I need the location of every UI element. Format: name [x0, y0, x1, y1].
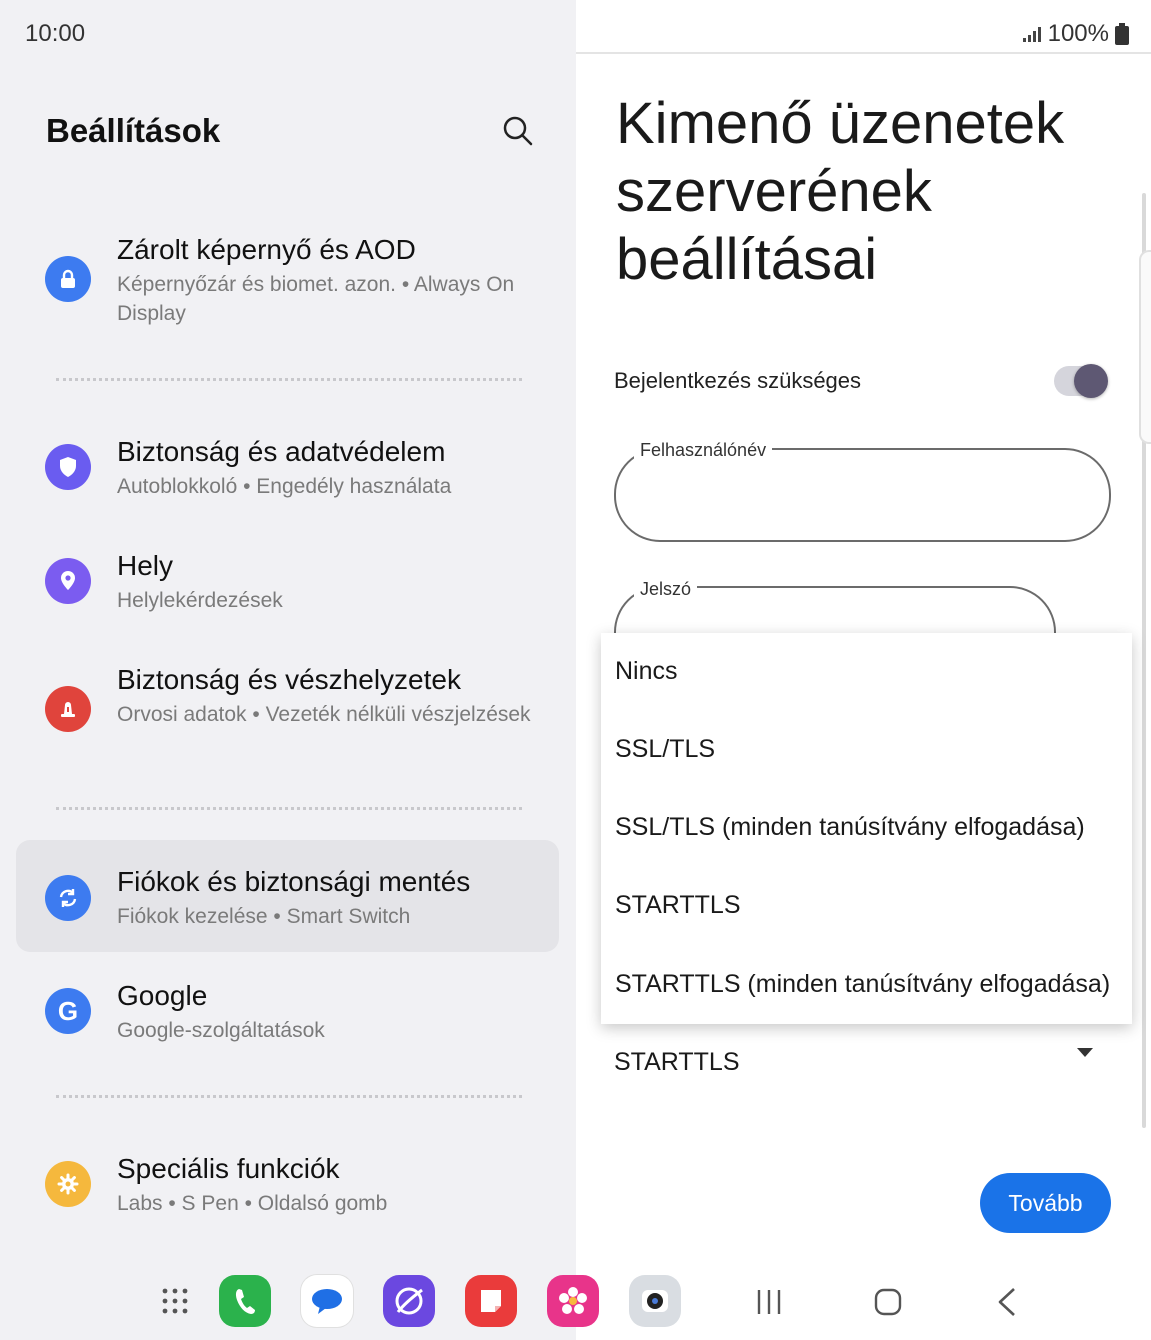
internet-icon[interactable] — [383, 1275, 435, 1327]
item-subtitle: Labs • S Pen • Oldalsó gomb — [117, 1192, 388, 1215]
phone-icon[interactable] — [219, 1275, 271, 1327]
next-button[interactable]: Tovább — [980, 1173, 1111, 1233]
location-pin-icon — [45, 558, 91, 604]
item-subtitle: Képernyőzár és biomet. azon. • Always On… — [117, 273, 515, 325]
lock-icon — [45, 256, 91, 302]
item-subtitle: Fiókok kezelése • Smart Switch — [117, 905, 411, 928]
notes-icon[interactable] — [465, 1275, 517, 1327]
item-subtitle: Google-szolgáltatások — [117, 1019, 325, 1042]
item-title: Biztonság és vészhelyzetek — [117, 664, 461, 695]
signal-icon — [1022, 27, 1041, 42]
item-subtitle: Autoblokkoló • Engedély használata — [117, 475, 452, 498]
settings-item-security-privacy[interactable]: Biztonság és adatvédelem Autoblokkoló • … — [16, 432, 559, 512]
recents-icon[interactable] — [751, 1284, 787, 1320]
back-icon[interactable] — [990, 1284, 1026, 1320]
settings-item-accounts-backup[interactable]: Fiókok és biztonsági mentés Fiókok kezel… — [16, 840, 559, 952]
settings-item-advanced-features[interactable]: Speciális funkciók Labs • S Pen • Oldals… — [16, 1149, 559, 1229]
toggle-knob — [1074, 364, 1108, 398]
settings-item-lock-screen[interactable]: Zárolt képernyő és AOD Képernyőzár és bi… — [16, 230, 559, 340]
username-field[interactable] — [614, 448, 1111, 542]
login-required-label: Bejelentkezés szükséges — [614, 368, 862, 393]
apps-grid-icon[interactable] — [149, 1275, 201, 1327]
divider — [56, 1095, 522, 1098]
security-dropdown-menu: Nincs SSL/TLS SSL/TLS (minden tanúsítván… — [601, 633, 1132, 1024]
status-divider — [576, 52, 1151, 54]
dropdown-option-starttls[interactable]: STARTTLS — [615, 891, 741, 920]
sync-icon — [45, 875, 91, 921]
settings-title: Beállítások — [46, 112, 221, 149]
scroll-handle[interactable] — [1139, 250, 1151, 444]
item-title: Zárolt képernyő és AOD — [117, 234, 416, 265]
camera-icon[interactable] — [629, 1275, 681, 1327]
divider — [56, 807, 522, 810]
username-label: Felhasználónév — [634, 440, 773, 461]
divider — [56, 378, 522, 381]
item-title: Speciális funkciók — [117, 1153, 340, 1184]
item-title: Google — [117, 980, 208, 1011]
password-label: Jelszó — [634, 579, 698, 600]
settings-panel: 10:00 Beállítások Zárolt képernyő és AOD… — [0, 0, 576, 1340]
alert-icon — [45, 686, 91, 732]
item-title: Biztonság és adatvédelem — [117, 436, 446, 467]
page-title: Kimenő üzenetek szerverének beállításai — [616, 91, 1065, 292]
home-icon[interactable] — [870, 1284, 906, 1320]
settings-item-safety-emergency[interactable]: Biztonság és vészhelyzetek Orvosi adatok… — [16, 660, 559, 770]
settings-item-google[interactable]: G Google Google-szolgáltatások — [16, 976, 559, 1056]
login-required-toggle[interactable] — [1054, 364, 1108, 398]
battery-icon — [1115, 23, 1129, 45]
item-title: Hely — [117, 550, 174, 581]
search-icon[interactable] — [500, 113, 534, 147]
item-subtitle: Orvosi adatok • Vezeték nélküli vészjelz… — [117, 703, 531, 726]
status-indicators: 100% — [1022, 20, 1129, 48]
navigation-bar — [0, 1260, 1151, 1340]
dropdown-option-ssl-tls[interactable]: SSL/TLS — [615, 735, 715, 764]
gallery-icon[interactable] — [547, 1275, 599, 1327]
google-icon: G — [45, 988, 91, 1034]
shield-icon — [45, 444, 91, 490]
item-subtitle: Helylekérdezések — [117, 589, 283, 612]
item-title: Fiókok és biztonsági mentés — [117, 866, 471, 897]
battery-percent: 100% — [1047, 20, 1109, 47]
messages-icon[interactable] — [301, 1275, 353, 1327]
status-time: 10:00 — [25, 20, 86, 47]
chevron-down-icon[interactable] — [1077, 1048, 1093, 1057]
security-type-select[interactable]: STARTTLS — [614, 1048, 740, 1077]
dropdown-option-ssl-tls-accept-all[interactable]: SSL/TLS (minden tanúsítvány elfogadása) — [615, 813, 1085, 842]
settings-item-location[interactable]: Hely Helylekérdezések — [16, 546, 559, 626]
dropdown-option-none[interactable]: Nincs — [615, 657, 678, 686]
gear-icon — [45, 1161, 91, 1207]
dropdown-option-starttls-accept-all[interactable]: STARTTLS (minden tanúsítvány elfogadása) — [615, 970, 1110, 999]
